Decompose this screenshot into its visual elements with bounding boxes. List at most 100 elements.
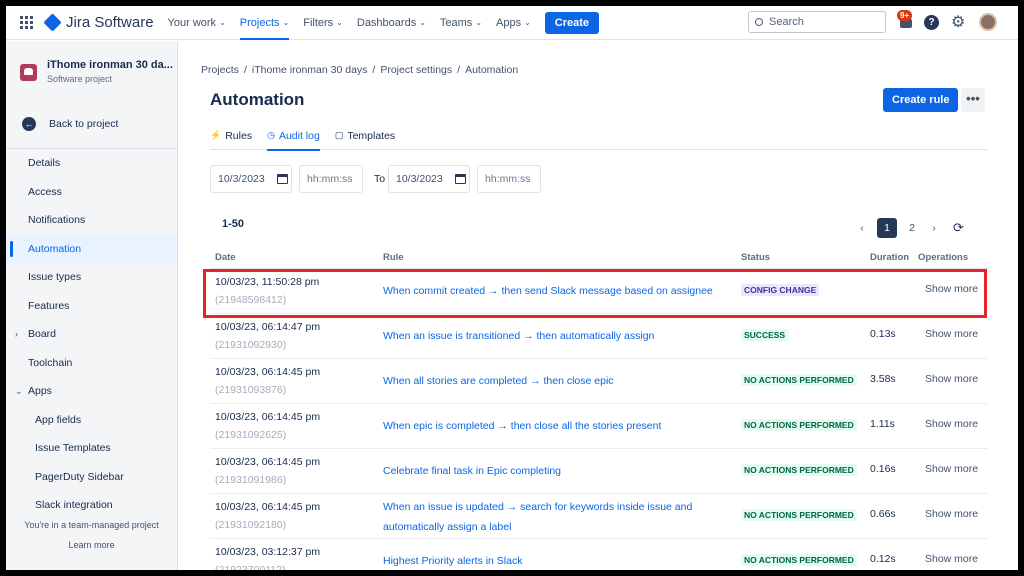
nav-item-filters[interactable]: Filters ⌄ xyxy=(303,6,343,40)
sidebar-item-board[interactable]: › Board xyxy=(6,320,177,349)
show-more-link[interactable]: Show more xyxy=(925,463,978,475)
row-id: (21923700112) xyxy=(215,564,286,570)
sidebar-item-apps[interactable]: ⌄ Apps xyxy=(6,377,177,406)
to-date-field[interactable]: 10/3/2023 xyxy=(388,165,470,193)
sidebar-item-slack-integration[interactable]: Slack integration xyxy=(6,491,177,520)
row-date: 10/03/23, 06:14:47 pm xyxy=(215,321,321,333)
show-more-link[interactable]: Show more xyxy=(925,508,978,520)
help-icon[interactable]: ? xyxy=(924,15,939,30)
breadcrumb-item[interactable]: Automation xyxy=(465,64,518,76)
search-input[interactable]: Search xyxy=(748,11,886,33)
gear-icon[interactable]: ⚙ xyxy=(951,12,965,32)
calendar-icon[interactable] xyxy=(454,174,466,184)
tab-label: Audit log xyxy=(278,130,320,142)
jira-logo[interactable]: Jira Software xyxy=(43,13,154,32)
show-more-link[interactable]: Show more xyxy=(925,553,978,565)
team-managed-note: You're in a team-managed project xyxy=(24,520,159,530)
row-id: (21931092625) xyxy=(215,429,287,441)
table-row[interactable]: 10/03/23, 03:12:37 pm (21923700112) Highes… xyxy=(210,539,988,570)
page-2-button[interactable]: 2 xyxy=(901,222,923,234)
rule-link[interactable]: Celebrate final task in Epic completing xyxy=(383,461,713,481)
rule-link[interactable]: When an issue is transitioned → then aut… xyxy=(383,326,713,346)
sidebar-item-notifications[interactable]: Notifications xyxy=(6,206,177,235)
show-more-link[interactable]: Show more xyxy=(925,373,978,385)
nav-item-dashboards[interactable]: Dashboards ⌄ xyxy=(357,6,426,40)
result-count: 1-50 xyxy=(222,218,245,230)
project-header[interactable]: iThome ironman 30 da... Software project xyxy=(20,59,173,84)
sidebar-item-toolchain[interactable]: Toolchain xyxy=(6,349,177,378)
tab-templates[interactable]: ▢ Templates xyxy=(335,130,395,150)
show-more-link[interactable]: Show more xyxy=(925,328,978,340)
nav-item-projects[interactable]: Projects ⌄ xyxy=(239,6,290,40)
table-row[interactable]: 10/03/23, 06:14:47 pm (21931092930) When a… xyxy=(210,314,988,359)
to-time-placeholder: hh:mm:ss xyxy=(485,173,531,185)
project-type: Software project xyxy=(47,74,113,84)
chevron-down-icon: ⌄ xyxy=(419,18,426,27)
column-header-operations: Operations xyxy=(918,252,969,263)
row-duration: 3.58s xyxy=(870,373,896,385)
search-icon xyxy=(755,18,763,26)
nav-item-your-work[interactable]: Your work ⌄ xyxy=(168,6,226,40)
calendar-icon[interactable] xyxy=(276,174,288,184)
back-to-project-link[interactable]: ← Back to project xyxy=(22,117,118,131)
status-badge: NO ACTIONS PERFORMED xyxy=(741,554,857,566)
project-avatar-icon xyxy=(20,64,37,81)
nav-item-label: Projects xyxy=(239,16,280,29)
rule-link[interactable]: Highest Priority alerts in Slack xyxy=(383,551,713,570)
to-time-field[interactable]: hh:mm:ss xyxy=(477,165,541,193)
learn-more-link[interactable]: Learn more xyxy=(6,540,177,550)
nav-item-teams[interactable]: Teams ⌄ xyxy=(440,6,482,40)
project-name: iThome ironman 30 da... xyxy=(47,59,173,71)
next-page-icon[interactable]: › xyxy=(923,222,945,234)
from-date-field[interactable]: 10/3/2023 xyxy=(210,165,292,193)
sidebar-item-automation[interactable]: Automation xyxy=(6,234,177,263)
rule-link[interactable]: When an issue is updated → search for ke… xyxy=(383,497,713,537)
refresh-icon[interactable]: ⟳ xyxy=(953,220,964,236)
page-1-button[interactable]: 1 xyxy=(877,218,897,238)
tab-icon: ⚡ xyxy=(210,130,222,140)
sidebar-item-issue-templates[interactable]: Issue Templates xyxy=(6,434,177,463)
nav-menu: Your work ⌄ Projects ⌄ Filters ⌄ Dashboards ⌄ Te… xyxy=(154,6,531,40)
breadcrumb-separator: / xyxy=(243,64,247,76)
app-switcher-icon[interactable] xyxy=(16,13,36,33)
sidebar-item-label: Details xyxy=(28,157,61,170)
tab-audit-log[interactable]: ◷ Audit log xyxy=(267,130,320,151)
sidebar-item-features[interactable]: Features xyxy=(6,292,177,321)
prev-page-icon[interactable]: ‹ xyxy=(851,222,873,234)
sidebar-item-label: Slack integration xyxy=(35,499,113,512)
sidebar-item-details[interactable]: Details xyxy=(6,149,177,178)
more-actions-button[interactable]: ••• xyxy=(961,88,985,112)
chevron-icon: ⌄ xyxy=(15,385,23,396)
breadcrumb-item[interactable]: Projects xyxy=(201,64,239,76)
rule-link[interactable]: When all stories are completed → then cl… xyxy=(383,371,713,391)
row-id: (21931092180) xyxy=(215,519,287,531)
breadcrumb-item[interactable]: iThome ironman 30 days xyxy=(252,64,368,76)
row-date: 10/03/23, 06:14:45 pm xyxy=(215,501,321,513)
nav-item-label: Apps xyxy=(496,16,522,29)
tab-label: Rules xyxy=(225,130,253,142)
create-button[interactable]: Create xyxy=(544,11,600,34)
sidebar-item-access[interactable]: Access xyxy=(6,178,177,207)
breadcrumb-item[interactable]: Project settings xyxy=(380,64,452,76)
sidebar-item-label: Apps xyxy=(28,385,52,398)
nav-item-apps[interactable]: Apps ⌄ xyxy=(496,6,531,40)
status-badge: SUCCESS xyxy=(741,329,789,341)
table-row[interactable]: 10/03/23, 06:14:45 pm (21931092625) When e… xyxy=(210,404,988,449)
show-more-link[interactable]: Show more xyxy=(925,418,978,430)
row-duration: 0.16s xyxy=(870,463,896,475)
jira-logo-icon xyxy=(43,13,62,32)
sidebar-item-pagerduty-sidebar[interactable]: PagerDuty Sidebar xyxy=(6,463,177,492)
table-row[interactable]: 10/03/23, 06:14:45 pm (21931093876) When a… xyxy=(210,359,988,404)
sidebar-item-app-fields[interactable]: App fields xyxy=(6,406,177,435)
breadcrumb: Projects / iThome ironman 30 days / Project … xyxy=(201,64,518,76)
chevron-down-icon: ⌄ xyxy=(524,18,531,27)
row-id: (21931093876) xyxy=(215,384,287,396)
sidebar-item-issue-types[interactable]: Issue types xyxy=(6,263,177,292)
create-rule-button[interactable]: Create rule xyxy=(883,88,959,112)
avatar[interactable] xyxy=(979,13,997,31)
rule-link[interactable]: When epic is completed → then close all … xyxy=(383,416,713,436)
tab-rules[interactable]: ⚡ Rules xyxy=(210,130,252,150)
from-time-field[interactable]: hh:mm:ss xyxy=(299,165,363,193)
table-row[interactable]: 10/03/23, 06:14:45 pm (21931092180) When a… xyxy=(210,494,988,539)
table-row[interactable]: 10/03/23, 06:14:45 pm (21931091986) Celebr… xyxy=(210,449,988,494)
